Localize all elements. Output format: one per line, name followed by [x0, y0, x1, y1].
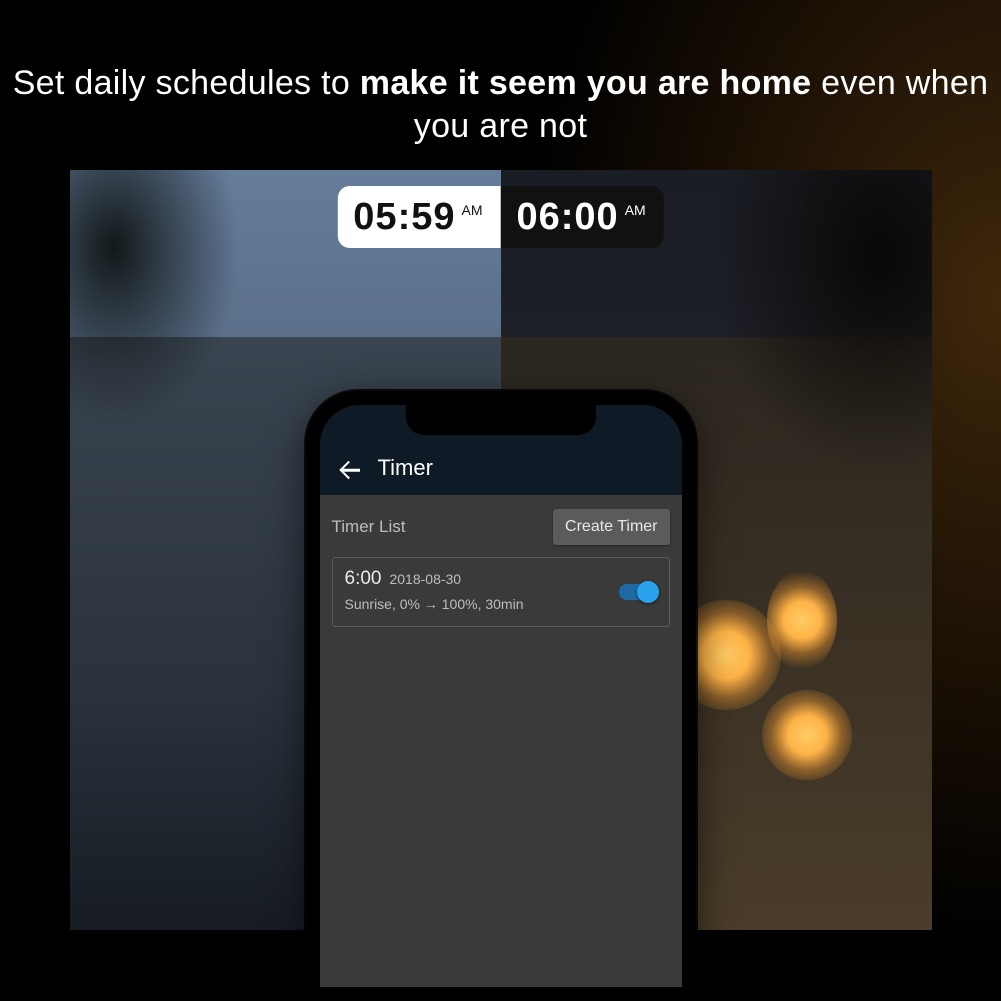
time-before: 05:59 AM [337, 186, 500, 248]
screen-content: Timer List Create Timer 6:00 2018-08-30 … [320, 495, 682, 987]
back-arrow-icon[interactable] [338, 459, 360, 481]
timer-toggle[interactable] [619, 584, 657, 600]
timer-detail: Sunrise, 0% → 100%, 30min [345, 596, 657, 612]
headline-part1: Set daily schedules to [13, 64, 360, 102]
time-before-meridiem: AM [462, 202, 483, 218]
phone-mockup: Timer Timer List Create Timer 6:00 2018-… [306, 391, 696, 1001]
phone-notch [406, 405, 596, 435]
timer-card[interactable]: 6:00 2018-08-30 Sunrise, 0% → 100%, 30mi… [332, 557, 670, 627]
time-after-value: 06:00 [517, 186, 619, 248]
time-after: 06:00 AM [501, 186, 664, 248]
timer-list-label: Timer List [332, 517, 406, 537]
toggle-knob [637, 581, 659, 603]
headline: Set daily schedules to make it seem you … [0, 62, 1001, 147]
timer-date: 2018-08-30 [389, 571, 461, 587]
page-title: Timer [378, 455, 433, 481]
phone-screen: Timer Timer List Create Timer 6:00 2018-… [320, 405, 682, 987]
time-after-meridiem: AM [625, 202, 646, 218]
create-timer-button[interactable]: Create Timer [553, 509, 669, 545]
timer-time: 6:00 [345, 568, 382, 590]
headline-bold: make it seem you are home [360, 64, 812, 102]
time-comparison-pill: 05:59 AM 06:00 AM [337, 186, 663, 248]
time-before-value: 05:59 [353, 186, 455, 248]
